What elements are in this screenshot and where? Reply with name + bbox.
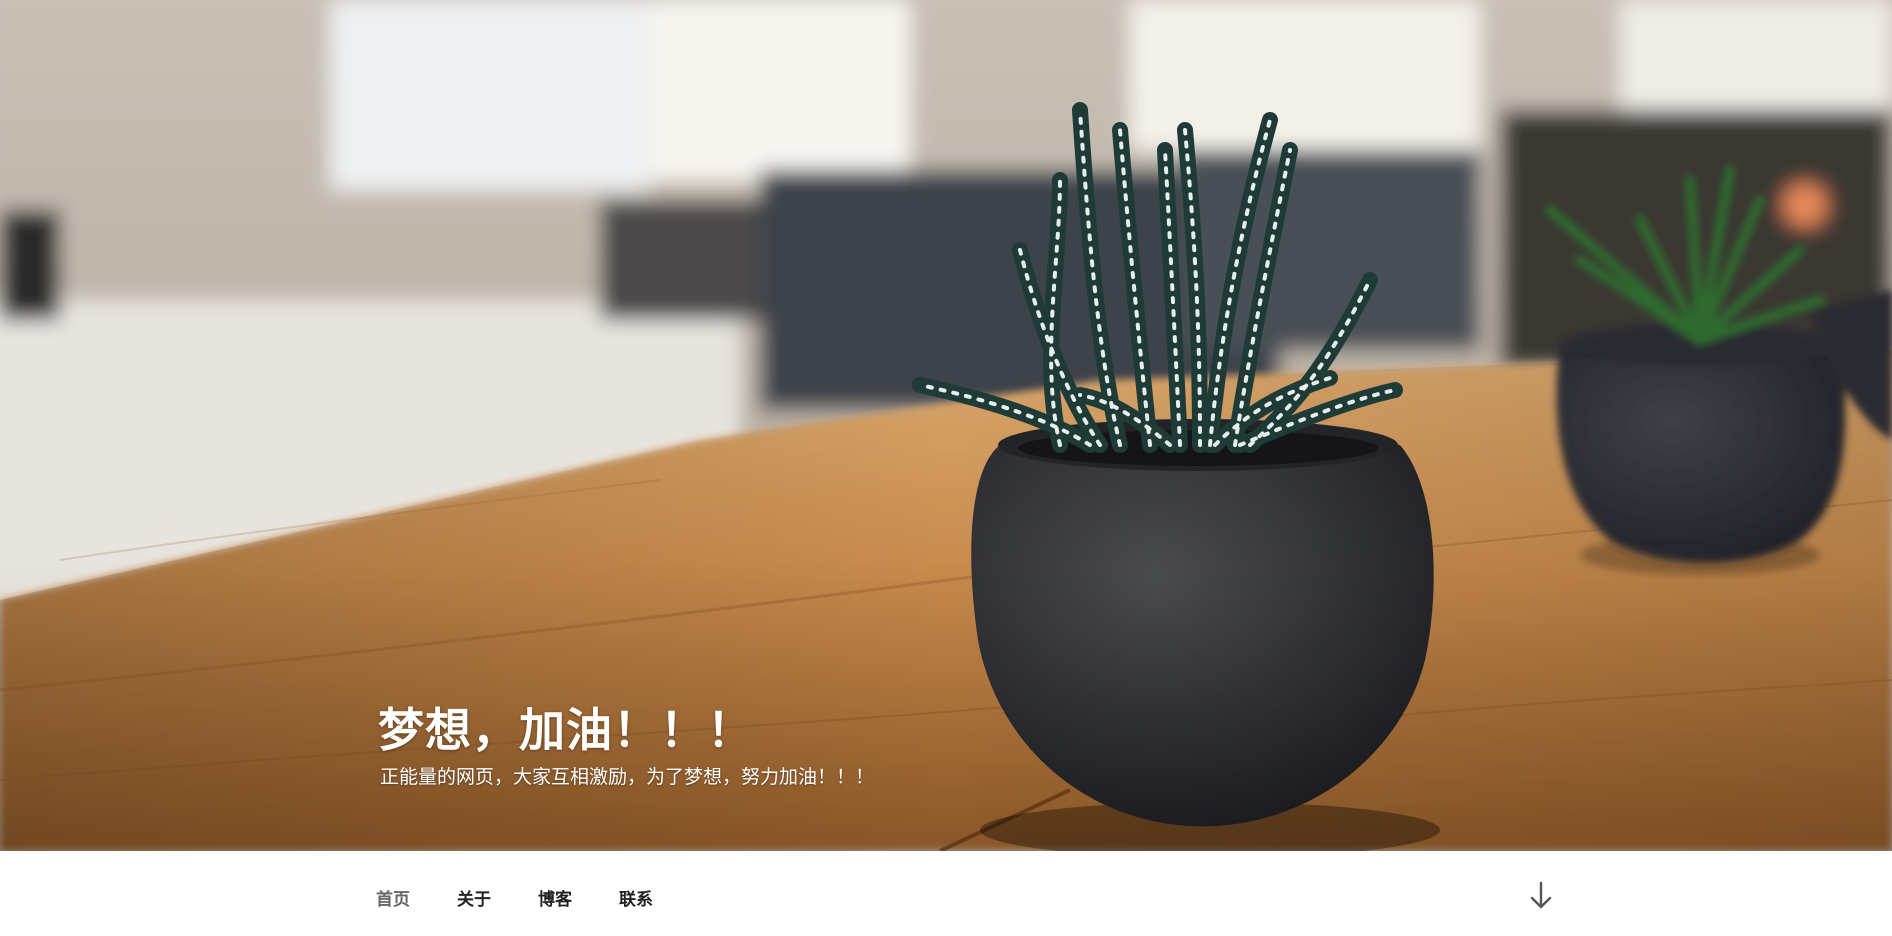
hero-background-image bbox=[0, 0, 1892, 851]
nav-item-about[interactable]: 关于 bbox=[457, 885, 491, 910]
arrow-down-icon[interactable] bbox=[1528, 880, 1554, 912]
nav-item-home[interactable]: 首页 bbox=[376, 885, 410, 910]
hero-title: 梦想，加油！！！ bbox=[378, 703, 754, 757]
nav-item-contact[interactable]: 联系 bbox=[619, 885, 653, 910]
nav-item-blog[interactable]: 博客 bbox=[538, 885, 572, 910]
nav-menu: 首页 关于 博客 联系 bbox=[376, 851, 700, 936]
hero-section: 梦想，加油！！！ 正能量的网页，大家互相激励，为了梦想，努力加油！！！ bbox=[0, 0, 1892, 851]
main-navbar: 首页 关于 博客 联系 bbox=[0, 851, 1892, 936]
hero-subtitle: 正能量的网页，大家互相激励，为了梦想，努力加油！！！ bbox=[380, 766, 875, 788]
page: 梦想，加油！！！ 正能量的网页，大家互相激励，为了梦想，努力加油！！！ 首页 关… bbox=[0, 0, 1892, 936]
